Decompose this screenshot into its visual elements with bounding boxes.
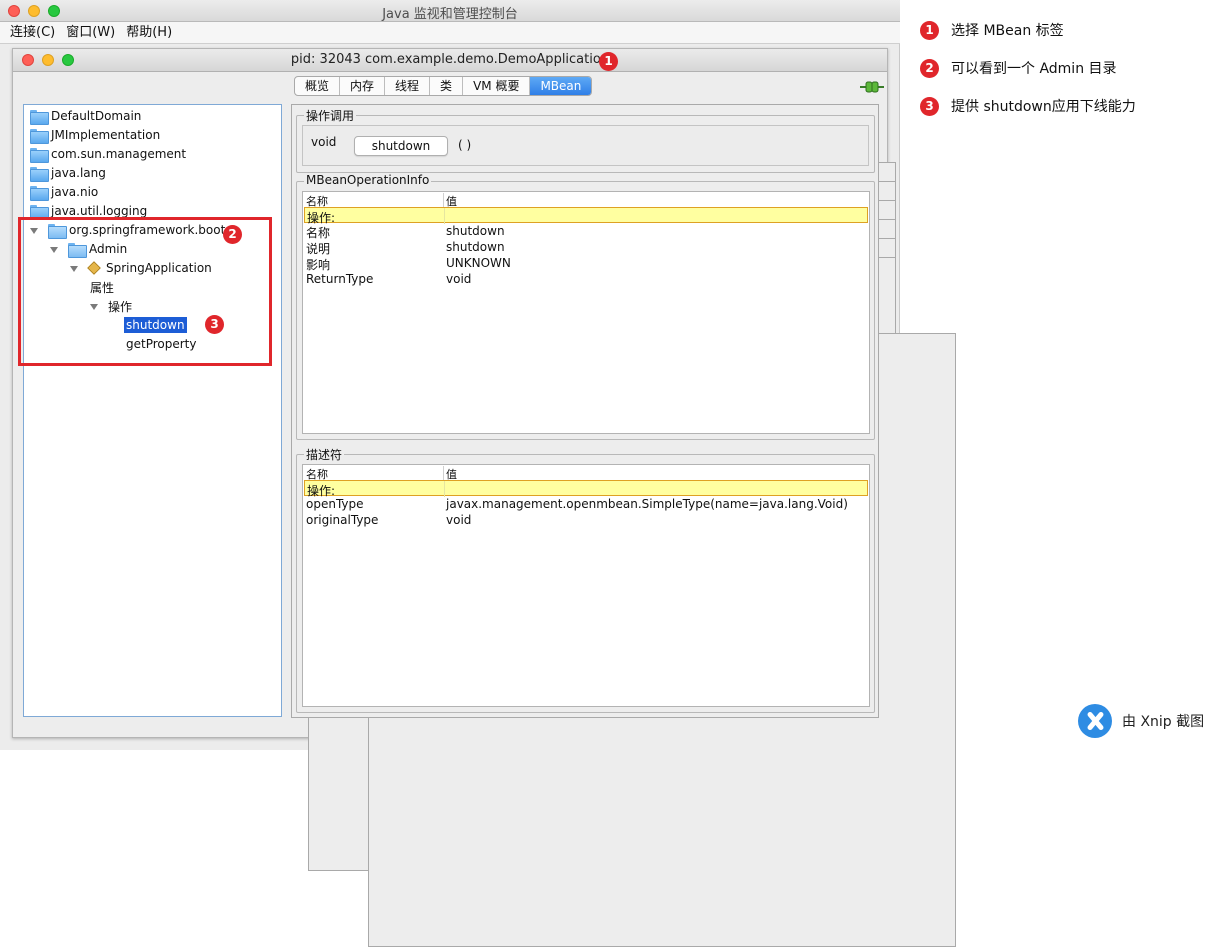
tree-node-label: java.nio bbox=[51, 185, 99, 199]
tab-mbean[interactable]: MBean bbox=[530, 77, 592, 95]
note-text: 提供 shutdown应用下线能力 bbox=[951, 99, 1136, 115]
annotation-note-1: 1 选择 MBean 标签 bbox=[920, 20, 1064, 40]
annotation-badge: 1 bbox=[920, 20, 939, 40]
xnip-logo-icon bbox=[1078, 704, 1112, 738]
connection-plug-icon[interactable] bbox=[860, 80, 884, 94]
jconsole-window: Java 监视和管理控制台 连接(C) 窗口(W) 帮助(H) pid: 320… bbox=[0, 0, 956, 947]
tree-node-label: java.lang bbox=[51, 166, 106, 180]
folder-icon bbox=[30, 185, 49, 201]
cell-value: shutdown bbox=[446, 240, 505, 254]
tree-node-label: JMImplementation bbox=[51, 128, 161, 142]
descriptor-group: 描述符 名称 值 操作: openType javax.management.o… bbox=[296, 446, 875, 713]
operation-info-group: MBeanOperationInfo 名称 值 操作: 名称 shutdown bbox=[296, 173, 875, 440]
frame-title: pid: 32043 com.example.demo.DemoApplicat… bbox=[290, 52, 610, 67]
table-header: 名称 值 bbox=[304, 193, 868, 208]
tree-node-label: DefaultDomain bbox=[51, 109, 142, 123]
menu-help[interactable]: 帮助(H) bbox=[124, 22, 181, 43]
annotation-badge: 2 bbox=[920, 58, 939, 78]
folder-icon bbox=[30, 109, 49, 125]
cell-value: void bbox=[446, 272, 472, 286]
table-header: 名称 值 bbox=[304, 466, 868, 481]
group-title: MBeanOperationInfo bbox=[304, 173, 432, 187]
window-titlebar: Java 监视和管理控制台 bbox=[0, 0, 900, 22]
table-row[interactable]: originalType void bbox=[304, 512, 868, 528]
note-text: 选择 MBean 标签 bbox=[951, 23, 1064, 39]
folder-icon bbox=[30, 128, 49, 144]
folder-icon bbox=[30, 166, 49, 182]
cell-value: void bbox=[446, 513, 472, 527]
annotation-note-3: 3 提供 shutdown应用下线能力 bbox=[920, 96, 1136, 116]
folder-icon bbox=[30, 204, 49, 220]
tree-node[interactable]: java.lang bbox=[30, 164, 896, 833]
note-text: 可以看到一个 Admin 目录 bbox=[951, 61, 1117, 77]
table-row[interactable]: openType javax.management.openmbean.Simp… bbox=[304, 496, 868, 512]
cell-name: originalType bbox=[306, 513, 379, 527]
annotation-badge: 3 bbox=[920, 96, 939, 116]
descriptor-table: 名称 值 操作: openType javax.management.openm… bbox=[302, 464, 870, 707]
tab-bar: 概览 内存 线程 类 VM 概要 MBean bbox=[294, 76, 593, 96]
tree-node[interactable]: DefaultDomain bbox=[30, 107, 896, 776]
params-label: ( ) bbox=[458, 138, 472, 152]
tab-overview[interactable]: 概览 bbox=[295, 77, 341, 95]
annotation-badge-3: 3 bbox=[205, 315, 224, 334]
annotation-badge-2: 2 bbox=[223, 225, 242, 244]
table-row[interactable]: ReturnType void bbox=[304, 271, 868, 287]
group-title: 操作调用 bbox=[304, 107, 357, 124]
table-row[interactable]: 影响 UNKNOWN bbox=[304, 255, 868, 272]
mbean-detail-panel: 操作调用 void shutdown ( ) MBeanOperationInf… bbox=[291, 104, 879, 718]
window-title: Java 监视和管理控制台 bbox=[382, 7, 518, 22]
cell-name: openType bbox=[306, 497, 364, 511]
tree-node[interactable]: com.sun.management bbox=[30, 145, 896, 814]
mbean-tree[interactable]: DefaultDomain JMImplementation com.sun.m… bbox=[23, 104, 956, 947]
group-title: 描述符 bbox=[304, 446, 345, 463]
invoke-shutdown-button[interactable]: shutdown bbox=[354, 136, 448, 156]
tree-node[interactable]: JMImplementation bbox=[30, 126, 896, 795]
cell-value: UNKNOWN bbox=[446, 256, 511, 270]
operation-invoke-group: 操作调用 void shutdown ( ) bbox=[296, 107, 875, 173]
annotation-note-2: 2 可以看到一个 Admin 目录 bbox=[920, 58, 1117, 78]
table-row[interactable]: 说明 shutdown bbox=[304, 239, 868, 256]
table-row[interactable]: 操作: bbox=[304, 480, 868, 498]
connection-frame: pid: 32043 com.example.demo.DemoApplicat… bbox=[12, 48, 956, 947]
table-row[interactable]: 操作: bbox=[304, 207, 868, 225]
tree-node-label: java.util.logging bbox=[51, 204, 148, 218]
tree-node-label: com.sun.management bbox=[51, 147, 187, 161]
xnip-watermark: 由 Xnip 截图 bbox=[1078, 704, 1204, 738]
tab-memory[interactable]: 内存 bbox=[340, 77, 386, 95]
operation-info-table: 名称 值 操作: 名称 shutdown 说明 shutdown 影响 UNKN… bbox=[302, 191, 870, 434]
folder-icon bbox=[30, 147, 49, 163]
cell-value: shutdown bbox=[446, 224, 505, 238]
menu-window[interactable]: 窗口(W) bbox=[64, 22, 124, 43]
annotation-badge-1: 1 bbox=[599, 52, 618, 71]
table-row[interactable]: 名称 shutdown bbox=[304, 223, 868, 240]
menu-connect[interactable]: 连接(C) bbox=[8, 22, 64, 43]
tab-threads[interactable]: 线程 bbox=[385, 77, 431, 95]
operation-row: void shutdown ( ) bbox=[302, 125, 869, 166]
cell-value: javax.management.openmbean.SimpleType(na… bbox=[446, 497, 848, 511]
cell-name: ReturnType bbox=[306, 272, 374, 286]
frame-titlebar: pid: 32043 com.example.demo.DemoApplicat… bbox=[13, 49, 887, 72]
return-type-label: void bbox=[311, 135, 337, 149]
tab-vm-summary[interactable]: VM 概要 bbox=[463, 77, 531, 95]
watermark-text: 由 Xnip 截图 bbox=[1122, 714, 1205, 730]
tab-classes[interactable]: 类 bbox=[430, 77, 464, 95]
tree-node[interactable]: java.nio bbox=[30, 183, 896, 852]
menubar: 连接(C) 窗口(W) 帮助(H) bbox=[0, 22, 900, 44]
